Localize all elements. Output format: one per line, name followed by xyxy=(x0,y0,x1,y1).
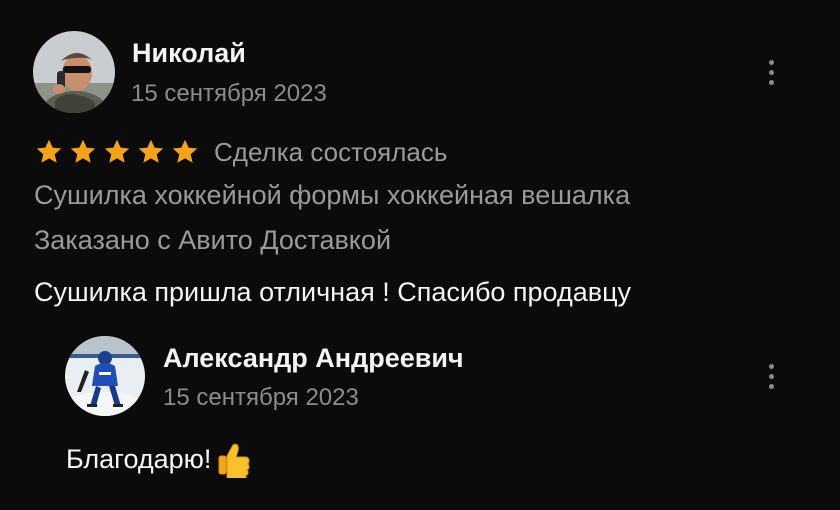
reply-date: 15 сентября 2023 xyxy=(163,384,359,411)
reviewer-avatar[interactable] xyxy=(33,31,115,113)
reviewer-name[interactable]: Николай xyxy=(132,38,246,69)
star-icon xyxy=(170,137,200,167)
star-icon xyxy=(34,137,64,167)
review-date: 15 сентября 2023 xyxy=(131,80,327,107)
review-card: Николай 15 сентября 2023 Сделка состояла… xyxy=(0,0,840,510)
reply-author-name[interactable]: Александр Андреевич xyxy=(163,343,464,374)
deal-status-label: Сделка состоялась xyxy=(214,136,448,167)
delivery-note: Заказано с Авито Доставкой xyxy=(34,225,392,255)
thumbs-up-icon xyxy=(213,440,251,478)
reply-author-avatar[interactable] xyxy=(65,336,145,416)
star-icon xyxy=(102,137,132,167)
review-text: Сушилка пришла отличная ! Спасибо продав… xyxy=(34,277,632,307)
reply-text-row: Благодарю! xyxy=(66,440,251,478)
reply-text: Благодарю! xyxy=(66,443,212,474)
review-more-menu-icon[interactable] xyxy=(761,54,781,90)
rating-row: Сделка состоялась xyxy=(34,134,447,170)
star-rating xyxy=(34,137,200,167)
reply-more-menu-icon[interactable] xyxy=(761,358,781,394)
star-icon xyxy=(136,137,166,167)
star-icon xyxy=(68,137,98,167)
reviewed-item-title[interactable]: Сушилка хоккейной формы хоккейная вешалк… xyxy=(34,180,630,211)
